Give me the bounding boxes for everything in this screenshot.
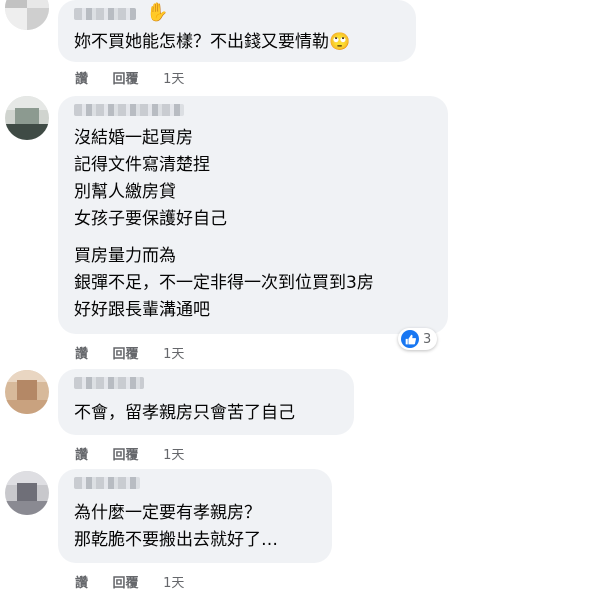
like-button[interactable]: 讚	[75, 72, 88, 87]
author-name-blurred[interactable]	[74, 377, 144, 389]
comment-bubble: 沒結婚一起買房 記得文件寫清楚捏 別幫人繳房貸 女孩子要保護好自己 買房量力而為…	[58, 96, 448, 334]
avatar[interactable]	[5, 370, 49, 414]
reply-button[interactable]: 回覆	[113, 347, 139, 362]
avatar[interactable]	[5, 96, 49, 140]
comment-text: 不會，留孝親房只會苦了自己	[74, 403, 295, 423]
comment-line: 別幫人繳房貸	[74, 182, 176, 202]
comment-text: 妳不買她能怎樣？不出錢又要情勒🙄	[74, 32, 351, 52]
reply-button[interactable]: 回覆	[113, 576, 139, 591]
comment-line: 銀彈不足，不一定非得一次到位買到3房	[74, 273, 374, 293]
comment-bubble: 不會，留孝親房只會苦了自己	[58, 369, 354, 435]
avatar[interactable]	[5, 0, 49, 30]
comment-actions: 讚 回覆 1天	[75, 343, 204, 362]
comment-time[interactable]: 1天	[163, 576, 184, 591]
comment-actions: 讚 回覆 1天	[75, 444, 204, 463]
comment-line: 記得文件寫清楚捏	[74, 155, 210, 175]
comment-actions: 讚 回覆 1天	[75, 68, 204, 87]
like-button[interactable]: 讚	[75, 347, 88, 362]
thumbs-up-icon	[401, 330, 419, 348]
reply-button[interactable]: 回覆	[113, 448, 139, 463]
avatar[interactable]	[5, 471, 49, 515]
comment-bubble: 為什麼一定要有孝親房？ 那乾脆不要搬出去就好了…	[58, 469, 332, 563]
comment-bubble: ✋ 妳不買她能怎樣？不出錢又要情勒🙄	[58, 0, 416, 62]
reply-button[interactable]: 回覆	[113, 72, 139, 87]
comment-actions: 讚 回覆 1天	[75, 572, 204, 591]
comment-time[interactable]: 1天	[163, 347, 184, 362]
reaction-count: 3	[423, 331, 432, 347]
like-button[interactable]: 讚	[75, 448, 88, 463]
comment-line: 女孩子要保護好自己	[74, 209, 227, 229]
comment-line: 好好跟長輩溝通吧	[74, 300, 210, 320]
comment-time[interactable]: 1天	[163, 448, 184, 463]
reaction-badge[interactable]: 3	[398, 328, 438, 350]
comment-line: 那乾脆不要搬出去就好了…	[74, 530, 278, 550]
author-name-blurred[interactable]	[74, 104, 184, 116]
comment-line: 為什麼一定要有孝親房？	[74, 503, 261, 523]
comment-line: 沒結婚一起買房	[74, 128, 193, 148]
like-button[interactable]: 讚	[75, 576, 88, 591]
comment-time[interactable]: 1天	[163, 72, 184, 87]
comment-line: 買房量力而為	[74, 246, 176, 266]
author-name-blurred[interactable]	[74, 8, 136, 20]
hand-icon: ✋	[146, 2, 169, 23]
author-name-blurred[interactable]	[74, 477, 140, 489]
